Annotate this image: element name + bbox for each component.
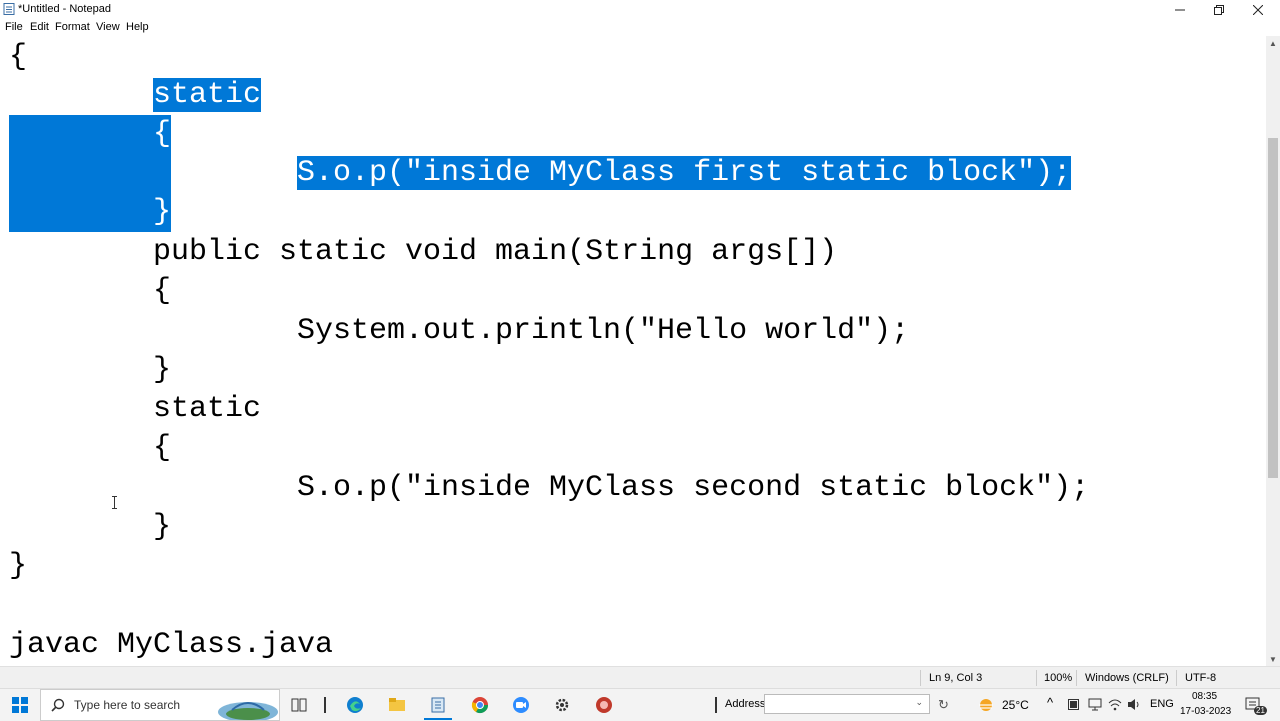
ibeam-cursor-icon — [112, 496, 117, 509]
address-input[interactable]: ⌄ — [764, 694, 930, 714]
menu-bar: File Edit Format View Help — [0, 19, 1280, 36]
code-line: } — [153, 193, 172, 232]
text-editor[interactable]: { static { S.o.p("inside MyClass first s… — [0, 36, 1266, 666]
code-line: S.o.p("inside MyClass second static bloc… — [297, 471, 1090, 505]
scroll-down-icon[interactable]: ▼ — [1266, 652, 1280, 666]
settings-gear-icon[interactable] — [553, 696, 571, 714]
battery-icon[interactable] — [1068, 699, 1080, 710]
selected-text: S.o.p("inside MyClass first static block… — [297, 156, 1072, 190]
minimize-icon — [1175, 9, 1185, 10]
app-icon[interactable] — [595, 696, 613, 714]
taskbar: Type here to search Address ⌄ ↻ 25°C ^ E… — [0, 688, 1280, 721]
search-placeholder: Type here to search — [74, 698, 181, 712]
code-line: S.o.p("inside MyClass first static block… — [297, 154, 1072, 193]
zoom-app-icon[interactable] — [512, 696, 530, 714]
restore-button[interactable] — [1199, 0, 1239, 19]
clock-date[interactable]: 17-03-2023 — [1180, 706, 1231, 717]
code-line: } — [9, 549, 28, 583]
selection-highlight — [9, 115, 171, 232]
taskbar-separator-icon — [324, 697, 326, 713]
code-line: static — [153, 392, 262, 426]
selected-text: } — [153, 195, 172, 229]
status-divider — [1176, 670, 1177, 686]
minimize-button[interactable] — [1160, 0, 1200, 19]
search-highlight-image-icon — [218, 702, 278, 720]
weather-temperature[interactable]: 25°C — [1002, 698, 1029, 712]
selected-text: { — [153, 117, 172, 151]
language-indicator[interactable]: ENG — [1150, 698, 1174, 710]
scrollbar-thumb[interactable] — [1268, 138, 1278, 478]
menu-file[interactable]: File — [5, 21, 23, 33]
network-icon[interactable] — [1088, 698, 1102, 711]
code-line: System.out.println("Hello world"); — [297, 314, 910, 348]
line-ending: Windows (CRLF) — [1085, 672, 1169, 684]
menu-view[interactable]: View — [96, 21, 120, 33]
close-button[interactable] — [1238, 0, 1278, 19]
file-explorer-icon[interactable] — [388, 696, 406, 714]
chrome-icon[interactable] — [471, 696, 489, 714]
weather-sun-icon[interactable] — [977, 696, 995, 714]
toolbar-grip-icon — [715, 697, 717, 713]
taskbar-search[interactable]: Type here to search — [40, 689, 280, 721]
status-bar: Ln 9, Col 3 100% Windows (CRLF) UTF-8 — [0, 666, 1280, 689]
refresh-icon[interactable]: ↻ — [938, 697, 949, 713]
vertical-scrollbar[interactable]: ▲ ▼ — [1266, 36, 1280, 666]
clock-time[interactable]: 08:35 — [1192, 691, 1217, 702]
code-line: javac MyClass.java — [9, 628, 334, 662]
notepad-icon — [3, 3, 15, 15]
code-line: } — [153, 353, 172, 387]
wifi-icon[interactable] — [1108, 698, 1122, 711]
encoding: UTF-8 — [1185, 672, 1217, 684]
chevron-up-icon[interactable]: ^ — [1047, 695, 1053, 710]
menu-edit[interactable]: Edit — [30, 21, 49, 33]
scroll-up-icon[interactable]: ▲ — [1266, 36, 1280, 50]
cursor-position: Ln 9, Col 3 — [929, 672, 983, 684]
status-divider — [920, 670, 921, 686]
task-view-icon[interactable] — [290, 696, 308, 714]
close-icon — [1253, 4, 1263, 15]
windows-start-icon[interactable] — [12, 697, 28, 713]
address-label: Address — [725, 698, 766, 710]
code-line: { — [9, 40, 28, 74]
code-line: public static void main(String args[]) — [153, 235, 838, 269]
status-divider — [1036, 670, 1037, 686]
notepad-taskbar-icon[interactable] — [429, 696, 447, 714]
title-bar: *Untitled - Notepad — [0, 0, 1280, 19]
selected-text: static — [153, 78, 262, 112]
code-line: { — [153, 274, 172, 308]
notification-badge: 21 — [1254, 706, 1267, 715]
restore-icon — [1214, 4, 1224, 15]
code-line: static — [153, 76, 262, 115]
window-title: *Untitled - Notepad — [18, 3, 111, 15]
code-line: { — [153, 115, 172, 154]
zoom-level: 100% — [1044, 672, 1073, 684]
status-divider — [1076, 670, 1077, 686]
code-line: { — [153, 431, 172, 465]
chevron-down-icon[interactable]: ⌄ — [915, 697, 923, 708]
menu-help[interactable]: Help — [126, 21, 149, 33]
menu-format[interactable]: Format — [55, 21, 90, 33]
edge-browser-icon[interactable] — [346, 696, 364, 714]
search-icon — [51, 698, 65, 712]
code-line: } — [153, 510, 172, 544]
speaker-volume-icon[interactable] — [1127, 698, 1141, 711]
